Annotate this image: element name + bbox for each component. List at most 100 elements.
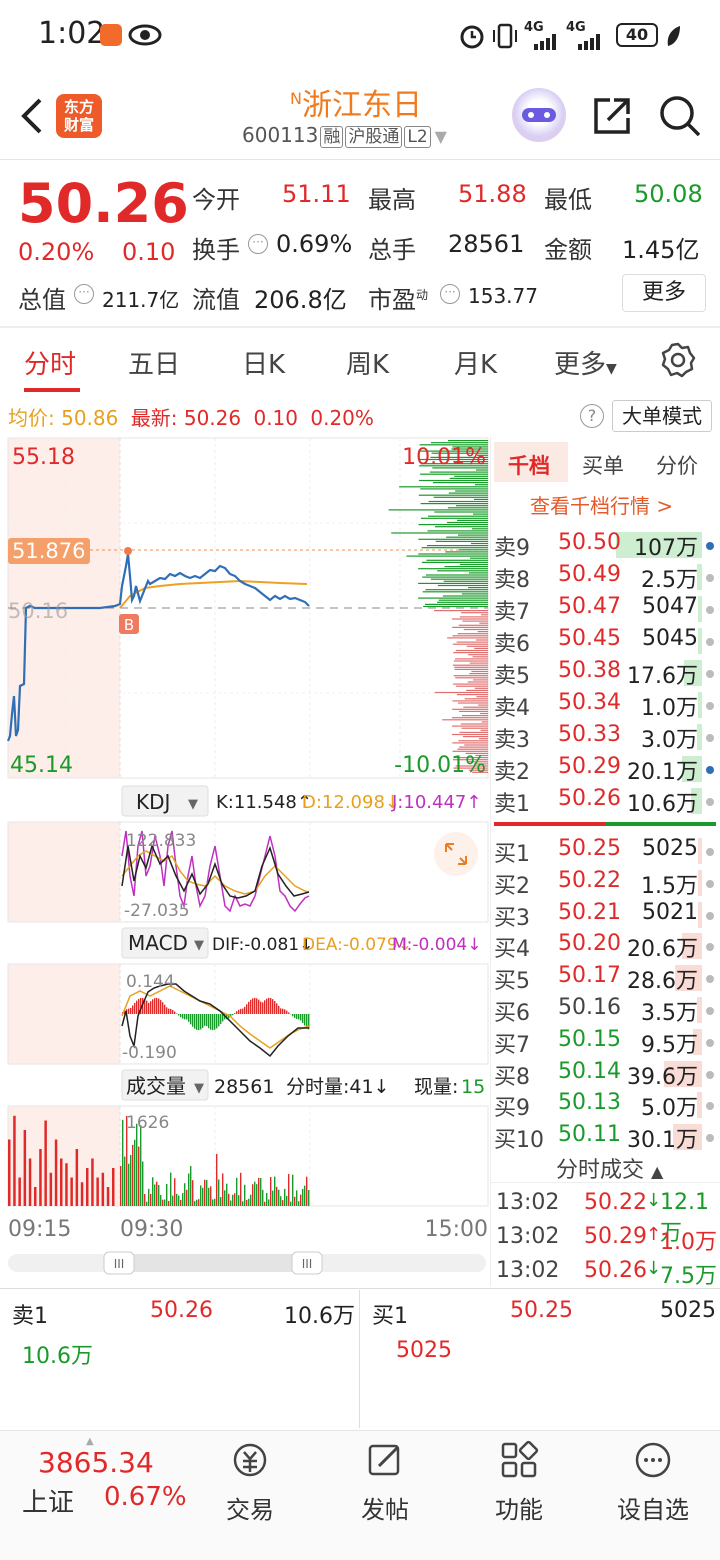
bids-row[interactable]: 买10 50.11 30.1万 — [494, 1122, 716, 1154]
depth-bar — [475, 639, 488, 641]
volume-bar — [178, 1195, 180, 1206]
bids-price: 50.16 — [558, 995, 621, 1020]
bids-row[interactable]: 买8 50.14 39.6万 — [494, 1059, 716, 1091]
depth-bar — [455, 490, 488, 492]
tab-active-indicator — [24, 388, 80, 392]
volume-bar — [8, 1139, 11, 1206]
more-button[interactable]: 更多 — [622, 274, 706, 312]
level1-buy-detail: 5025 — [396, 1338, 452, 1363]
float-cap-value: 206.8亿 — [254, 286, 347, 314]
asks-row[interactable]: 卖7 50.47 5047 — [494, 594, 716, 626]
tab-monthly-k[interactable]: 月K — [454, 344, 497, 381]
dot-icon — [706, 943, 714, 952]
expand-button-bg — [434, 832, 478, 876]
change-amount: 0.10 — [122, 238, 176, 266]
macd-bar — [258, 999, 260, 1014]
search-icon[interactable] — [658, 94, 702, 138]
intraday-chart[interactable]: B 55.18 51.876 50.16 45.14 10.01% -10.01… — [0, 436, 490, 1276]
index-ticker[interactable]: ▲ 3865.34 上证 0.67% — [22, 1436, 192, 1526]
macd-bar — [196, 1014, 198, 1030]
asks-row[interactable]: 卖8 50.49 2.5万 — [494, 562, 716, 594]
view-depth-link[interactable]: 查看千档行情 > — [530, 490, 673, 519]
stock-name[interactable]: N浙江东日 — [290, 80, 440, 124]
tab-intraday[interactable]: 分时 — [24, 344, 76, 381]
bids-row[interactable]: 买4 50.20 20.6万 — [494, 931, 716, 963]
gear-icon[interactable] — [660, 342, 696, 378]
info-icon[interactable]: ··· — [248, 234, 268, 254]
dot-icon — [706, 574, 714, 582]
macd-bar — [170, 1008, 172, 1014]
bids-row[interactable]: 买9 50.13 5.0万 — [494, 1090, 716, 1122]
bids-row[interactable]: 买6 50.16 3.5万 — [494, 995, 716, 1027]
big-order-mode-button[interactable]: 大单模式 — [612, 400, 712, 432]
bid-ask-divider — [494, 822, 716, 826]
bids-label: 买8 — [494, 1064, 530, 1090]
tab-5day[interactable]: 五日 — [128, 344, 180, 381]
depth-bar — [452, 626, 488, 628]
depth-bar — [391, 532, 488, 534]
robot-assistant-icon[interactable] — [512, 88, 566, 142]
volume-bar — [240, 1172, 242, 1206]
volume-bar — [186, 1189, 188, 1206]
asks-row[interactable]: 卖9 50.50 107万 — [494, 530, 716, 562]
bids-label: 买4 — [494, 937, 530, 963]
nav-add-watchlist[interactable]: 设自选 — [598, 1440, 708, 1525]
volume-bar — [164, 1199, 166, 1206]
app-logo[interactable]: 东方 财富 — [56, 94, 102, 138]
caret-down-icon: ▼ — [194, 938, 204, 953]
help-icon[interactable]: ? — [580, 404, 604, 428]
depth-bar — [452, 708, 488, 710]
bids-row[interactable]: 买5 50.17 28.6万 — [494, 963, 716, 995]
depth-bar — [418, 524, 488, 526]
volume-bar — [698, 596, 702, 622]
nav-functions[interactable]: 功能 — [464, 1440, 574, 1525]
bids-row[interactable]: 买1 50.25 5025 — [494, 836, 716, 868]
tab-buy-orders[interactable]: 买单 — [582, 450, 624, 480]
macd-bar — [296, 1014, 298, 1019]
asks-row[interactable]: 卖5 50.38 17.6万 — [494, 658, 716, 690]
asks-row[interactable]: 卖3 50.33 3.0万 — [494, 722, 716, 754]
macd-bar — [208, 1014, 210, 1029]
nav-trade[interactable]: 交易 — [195, 1440, 305, 1525]
latest-percent: 0.20% — [310, 406, 374, 430]
volume-bar — [146, 1201, 148, 1206]
tab-daily-k[interactable]: 日K — [242, 344, 285, 381]
tab-depth[interactable]: 千档 — [508, 450, 550, 480]
info-icon[interactable]: ··· — [440, 284, 460, 304]
asks-row[interactable]: 卖4 50.34 1.0万 — [494, 690, 716, 722]
kdj-d: D:12.098↓ — [302, 792, 400, 813]
trades-title[interactable]: 分时成交 ▲ — [556, 1152, 663, 1184]
depth-bar — [481, 614, 488, 616]
bids-row[interactable]: 买2 50.22 1.5万 — [494, 868, 716, 900]
nav-post[interactable]: 发帖 — [330, 1440, 440, 1525]
asks-row[interactable]: 卖6 50.45 5045 — [494, 626, 716, 658]
info-icon[interactable]: ··· — [74, 284, 94, 304]
bids-row[interactable]: 买3 50.21 5021 — [494, 900, 716, 932]
macd-bar — [238, 1009, 240, 1014]
bids-row[interactable]: 买7 50.15 9.5万 — [494, 1027, 716, 1059]
volume-bar — [156, 1181, 158, 1206]
tab-more[interactable]: 更多▼ — [554, 344, 617, 381]
depth-bar — [422, 591, 488, 593]
asks-row[interactable]: 卖2 50.29 20.1万 — [494, 754, 716, 786]
bids-price: 50.15 — [558, 1026, 621, 1052]
pe-label: 市盈动 — [368, 280, 428, 315]
asks-row[interactable]: 卖1 50.26 10.6万 — [494, 786, 716, 818]
depth-bar — [448, 492, 488, 494]
depth-bar — [452, 664, 488, 666]
depth-bar — [447, 637, 488, 639]
volume-bar — [162, 1199, 164, 1206]
stock-code-row[interactable]: 600113 融沪股通 L2 ▼ — [242, 122, 447, 148]
tab-weekly-k[interactable]: 周K — [346, 344, 389, 381]
volume-bar — [124, 1156, 126, 1206]
grip-icon: III — [114, 1257, 125, 1271]
tab-price-distribution[interactable]: 分价 — [656, 450, 698, 480]
volume-bar — [34, 1187, 37, 1206]
macd-bar — [206, 1014, 208, 1027]
nav-trade-label: 交易 — [226, 1496, 274, 1524]
macd-bar — [150, 1001, 152, 1014]
share-icon[interactable] — [590, 94, 634, 138]
asks-label: 卖8 — [494, 568, 530, 593]
back-icon[interactable] — [14, 96, 54, 136]
depth-bar — [453, 660, 488, 662]
